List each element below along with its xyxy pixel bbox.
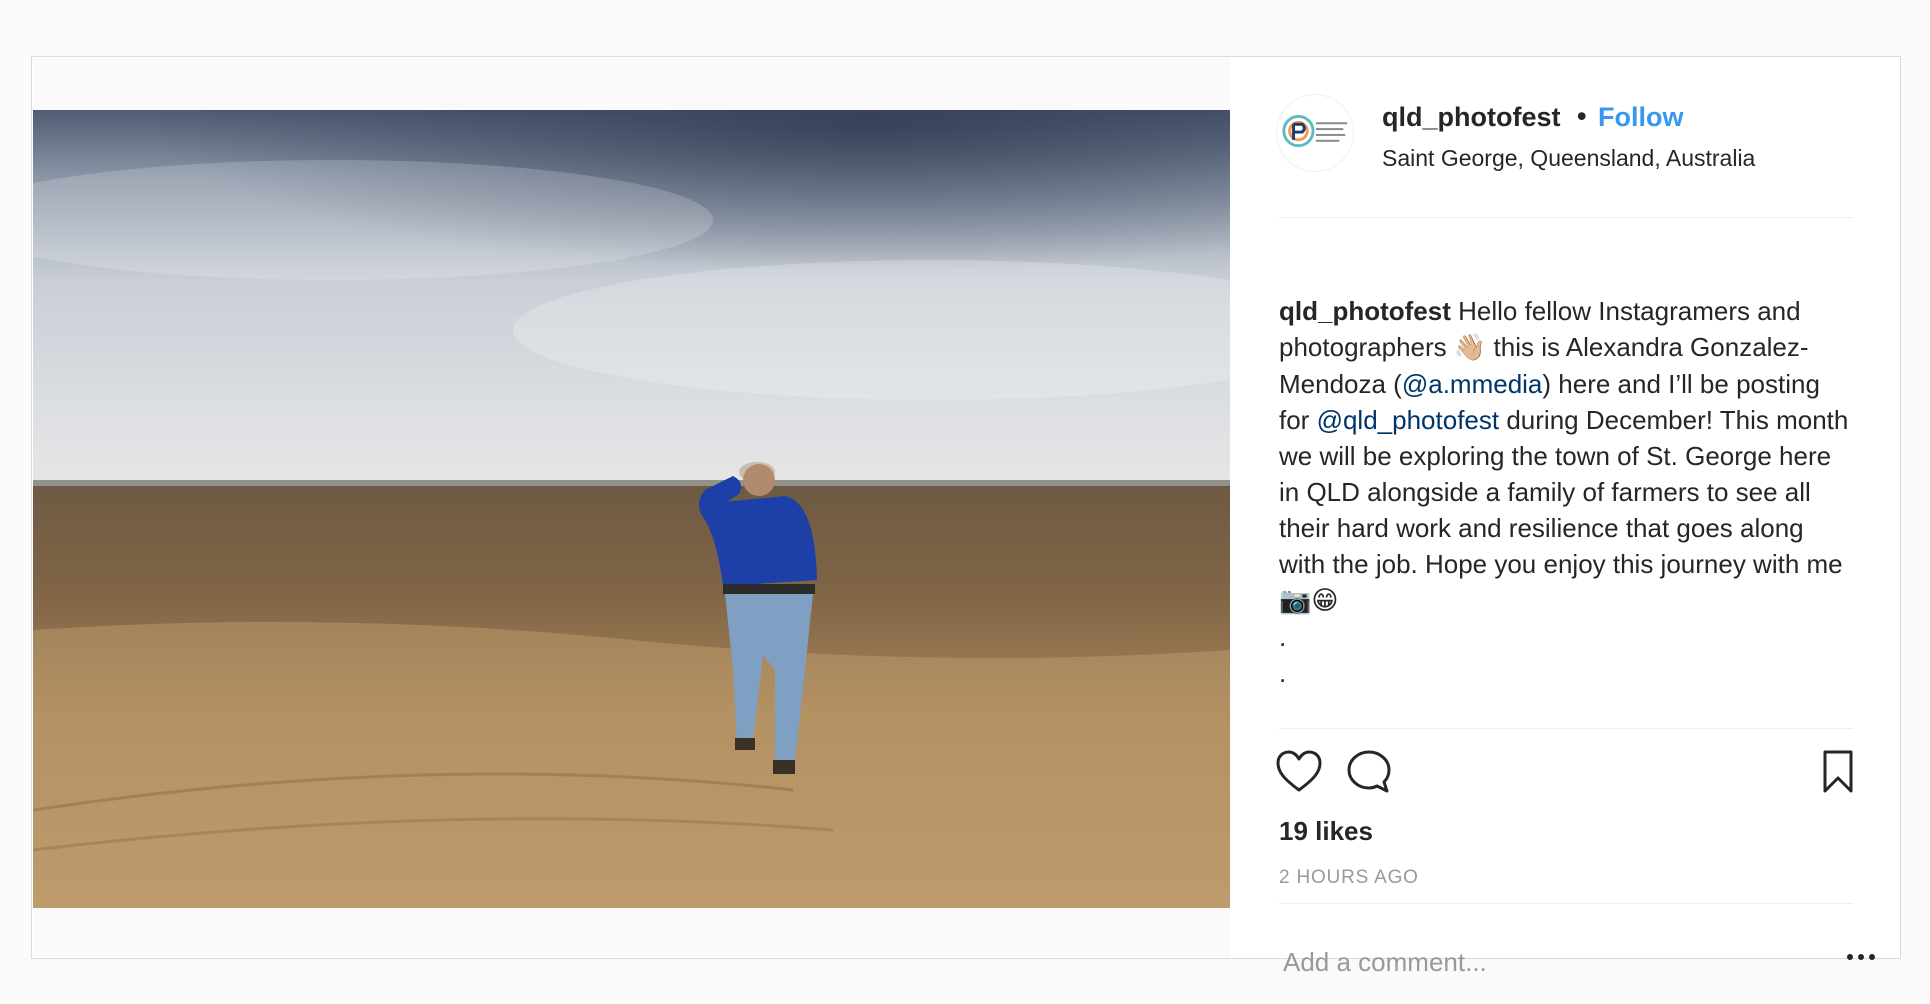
action-bar [1231, 747, 1900, 803]
separator-dot: • [1577, 101, 1587, 131]
save-button[interactable] [1813, 747, 1863, 797]
likes-count[interactable]: 19 likes [1279, 816, 1373, 847]
grinning-emoji: 😁 [1311, 586, 1339, 616]
post-header: qld_photofest • Follow Saint George, Que… [1231, 57, 1900, 217]
photo-farmer-in-field [33, 110, 1230, 908]
follow-button[interactable]: Follow [1598, 102, 1683, 133]
header-divider [1279, 217, 1853, 218]
post-caption: qld_photofest Hello fellow Instagramers … [1279, 293, 1855, 691]
comment-divider [1279, 903, 1853, 904]
caption-dot-line-2: . [1279, 658, 1287, 688]
qld-photofest-logo [1282, 114, 1348, 148]
username-link[interactable]: qld_photofest [1382, 102, 1560, 133]
comment-button[interactable] [1344, 747, 1394, 797]
more-options-icon [1869, 954, 1875, 960]
location-link[interactable]: Saint George, Queensland, Australia [1382, 145, 1755, 172]
caption-username[interactable]: qld_photofest [1279, 296, 1451, 326]
caption-text: qld_photofest Hello fellow Instagramers … [1279, 293, 1855, 619]
camera-emoji: 📷 [1279, 586, 1312, 616]
post-sidebar: qld_photofest • Follow Saint George, Que… [1231, 57, 1900, 982]
post-media [33, 58, 1230, 957]
post-card: qld_photofest • Follow Saint George, Que… [31, 56, 1901, 982]
more-options-button[interactable] [1847, 950, 1877, 964]
mention-a-mmedia[interactable]: @a.mmedia [1402, 369, 1543, 399]
more-options-icon [1847, 954, 1853, 960]
comment-bubble-icon [1347, 750, 1391, 793]
caption-dot-line-1: . [1279, 622, 1287, 652]
post-timestamp[interactable]: 2 HOURS AGO [1279, 867, 1419, 889]
profile-avatar[interactable] [1276, 94, 1354, 172]
more-options-icon [1858, 954, 1864, 960]
waving-hand-emoji: 👋🏼 [1453, 333, 1487, 363]
heart-icon [1276, 750, 1322, 792]
like-button[interactable] [1274, 747, 1324, 797]
mention-qld-photofest[interactable]: @qld_photofest [1317, 405, 1500, 435]
bookmark-icon [1823, 750, 1853, 793]
caption-divider [1279, 728, 1853, 729]
comment-input[interactable] [1283, 942, 1783, 982]
post-photo[interactable] [33, 110, 1230, 908]
